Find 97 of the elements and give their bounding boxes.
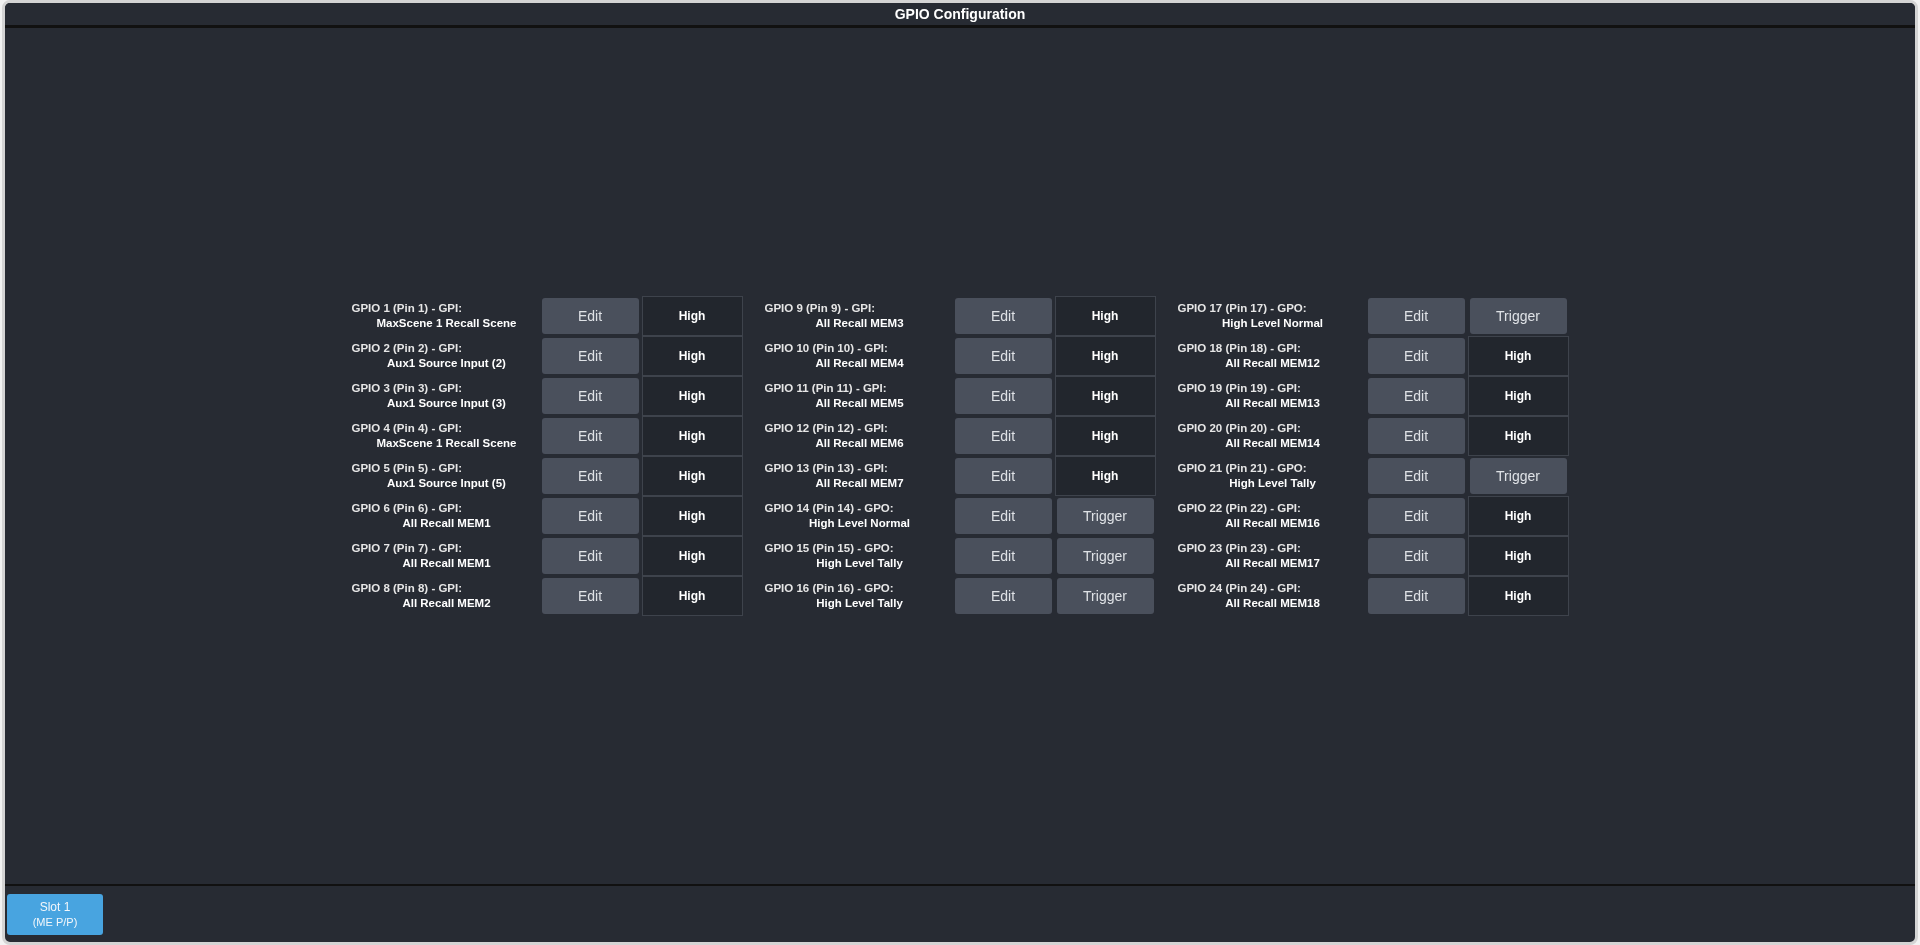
gpio-label: GPIO 13 (Pin 13) - GPI: <box>764 461 889 476</box>
edit-button[interactable]: Edit <box>1367 578 1465 614</box>
edit-button[interactable]: Edit <box>541 538 639 574</box>
edit-button[interactable]: Edit <box>541 338 639 374</box>
status-cell: High <box>1054 296 1156 336</box>
gpio-label: GPIO 3 (Pin 3) - GPI: <box>351 381 464 396</box>
status-cell: High <box>641 376 743 416</box>
edit-button[interactable]: Edit <box>541 378 639 414</box>
gpio-label: GPIO 21 (Pin 21) - GPO: <box>1177 461 1308 476</box>
gpio-label: GPIO 11 (Pin 11) - GPI: <box>764 381 888 396</box>
status-cell: High <box>641 336 743 376</box>
gpio-label: GPIO 10 (Pin 10) - GPI: <box>764 341 889 356</box>
window-title: GPIO Configuration <box>894 6 1026 22</box>
status-cell: High <box>1054 376 1156 416</box>
status-cell: High <box>1467 376 1569 416</box>
gpio-label: GPIO 17 (Pin 17) - GPO: <box>1177 301 1308 316</box>
gpio-label: GPIO 18 (Pin 18) - GPI: <box>1177 341 1302 356</box>
edit-button[interactable]: Edit <box>1367 538 1465 574</box>
status-cell: High <box>1054 336 1156 376</box>
gpio-function: Aux1 Source Input (5) <box>386 476 507 491</box>
gpio-function: All Recall MEM17 <box>1224 556 1321 571</box>
gpio-label: GPIO 2 (Pin 2) - GPI: <box>351 341 464 356</box>
status-cell: High <box>641 296 743 336</box>
gpio-label: GPIO 14 (Pin 14) - GPO: <box>764 501 895 516</box>
gpio-function: High Level Tally <box>815 556 904 571</box>
edit-button[interactable]: Edit <box>541 458 639 494</box>
gpio-function: High Level Tally <box>1228 476 1317 491</box>
gpio-function: High Level Tally <box>815 596 904 611</box>
gpio-label: GPIO 15 (Pin 15) - GPO: <box>764 541 895 556</box>
edit-button[interactable]: Edit <box>1367 298 1465 334</box>
gpio-label: GPIO 7 (Pin 7) - GPI: <box>351 541 464 556</box>
status-cell: High <box>641 416 743 456</box>
gpio-function: All Recall MEM1 <box>401 556 492 571</box>
gpio-function: All Recall MEM3 <box>814 316 905 331</box>
gpio-function: All Recall MEM6 <box>814 436 905 451</box>
gpio-label: GPIO 23 (Pin 23) - GPI: <box>1177 541 1302 556</box>
status-cell: High <box>641 576 743 616</box>
gpio-function: Aux1 Source Input (3) <box>386 396 507 411</box>
gpio-function: All Recall MEM18 <box>1224 596 1321 611</box>
gpio-label: GPIO 22 (Pin 22) - GPI: <box>1177 501 1302 516</box>
gpio-label: GPIO 19 (Pin 19) - GPI: <box>1177 381 1302 396</box>
gpio-function: MaxScene 1 Recall Scene <box>375 316 518 331</box>
edit-button[interactable]: Edit <box>954 538 1052 574</box>
status-cell: High <box>1467 536 1569 576</box>
status-cell: High <box>1467 496 1569 536</box>
status-cell: High <box>641 496 743 536</box>
status-cell: High <box>1467 576 1569 616</box>
edit-button[interactable]: Edit <box>541 578 639 614</box>
trigger-button[interactable]: Trigger <box>1469 458 1567 494</box>
gpio-function: All Recall MEM2 <box>401 596 492 611</box>
edit-button[interactable]: Edit <box>1367 338 1465 374</box>
edit-button[interactable]: Edit <box>954 378 1052 414</box>
trigger-button[interactable]: Trigger <box>1056 498 1154 534</box>
status-cell: High <box>641 536 743 576</box>
gpio-label: GPIO 5 (Pin 5) - GPI: <box>351 461 464 476</box>
edit-button[interactable]: Edit <box>541 418 639 454</box>
gpio-label: GPIO 20 (Pin 20) - GPI: <box>1177 421 1302 436</box>
gpio-function: All Recall MEM13 <box>1224 396 1321 411</box>
edit-button[interactable]: Edit <box>1367 498 1465 534</box>
trigger-button[interactable]: Trigger <box>1469 298 1567 334</box>
gpio-function: All Recall MEM14 <box>1224 436 1321 451</box>
gpio-label: GPIO 8 (Pin 8) - GPI: <box>351 581 464 596</box>
gpio-function: High Level Normal <box>808 516 911 531</box>
gpio-function: Aux1 Source Input (2) <box>386 356 507 371</box>
edit-button[interactable]: Edit <box>1367 418 1465 454</box>
edit-button[interactable]: Edit <box>954 498 1052 534</box>
gpio-function: All Recall MEM4 <box>814 356 905 371</box>
edit-button[interactable]: Edit <box>954 418 1052 454</box>
edit-button[interactable]: Edit <box>1367 458 1465 494</box>
gpio-function: All Recall MEM5 <box>814 396 905 411</box>
gpio-function: All Recall MEM7 <box>814 476 905 491</box>
gpio-function: All Recall MEM12 <box>1224 356 1321 371</box>
status-cell: High <box>1467 336 1569 376</box>
trigger-button[interactable]: Trigger <box>1056 538 1154 574</box>
gpio-function: All Recall MEM1 <box>401 516 492 531</box>
gpio-label: GPIO 6 (Pin 6) - GPI: <box>351 501 464 516</box>
status-cell: High <box>641 456 743 496</box>
gpio-label: GPIO 9 (Pin 9) - GPI: <box>764 301 877 316</box>
status-cell: High <box>1054 456 1156 496</box>
gpio-function: MaxScene 1 Recall Scene <box>375 436 518 451</box>
edit-button[interactable]: Edit <box>954 338 1052 374</box>
trigger-button[interactable]: Trigger <box>1056 578 1154 614</box>
edit-button[interactable]: Edit <box>954 458 1052 494</box>
edit-button[interactable]: Edit <box>954 578 1052 614</box>
gpio-function: All Recall MEM16 <box>1224 516 1321 531</box>
edit-button[interactable]: Edit <box>1367 378 1465 414</box>
edit-button[interactable]: Edit <box>954 298 1052 334</box>
gpio-label: GPIO 16 (Pin 16) - GPO: <box>764 581 895 596</box>
edit-button[interactable]: Edit <box>541 498 639 534</box>
status-cell: High <box>1467 416 1569 456</box>
gpio-label: GPIO 12 (Pin 12) - GPI: <box>764 421 889 436</box>
gpio-label: GPIO 4 (Pin 4) - GPI: <box>351 421 464 436</box>
gpio-label: GPIO 24 (Pin 24) - GPI: <box>1177 581 1302 596</box>
status-cell: High <box>1054 416 1156 456</box>
edit-button[interactable]: Edit <box>541 298 639 334</box>
gpio-label: GPIO 1 (Pin 1) - GPI: <box>351 301 464 316</box>
gpio-function: High Level Normal <box>1221 316 1324 331</box>
